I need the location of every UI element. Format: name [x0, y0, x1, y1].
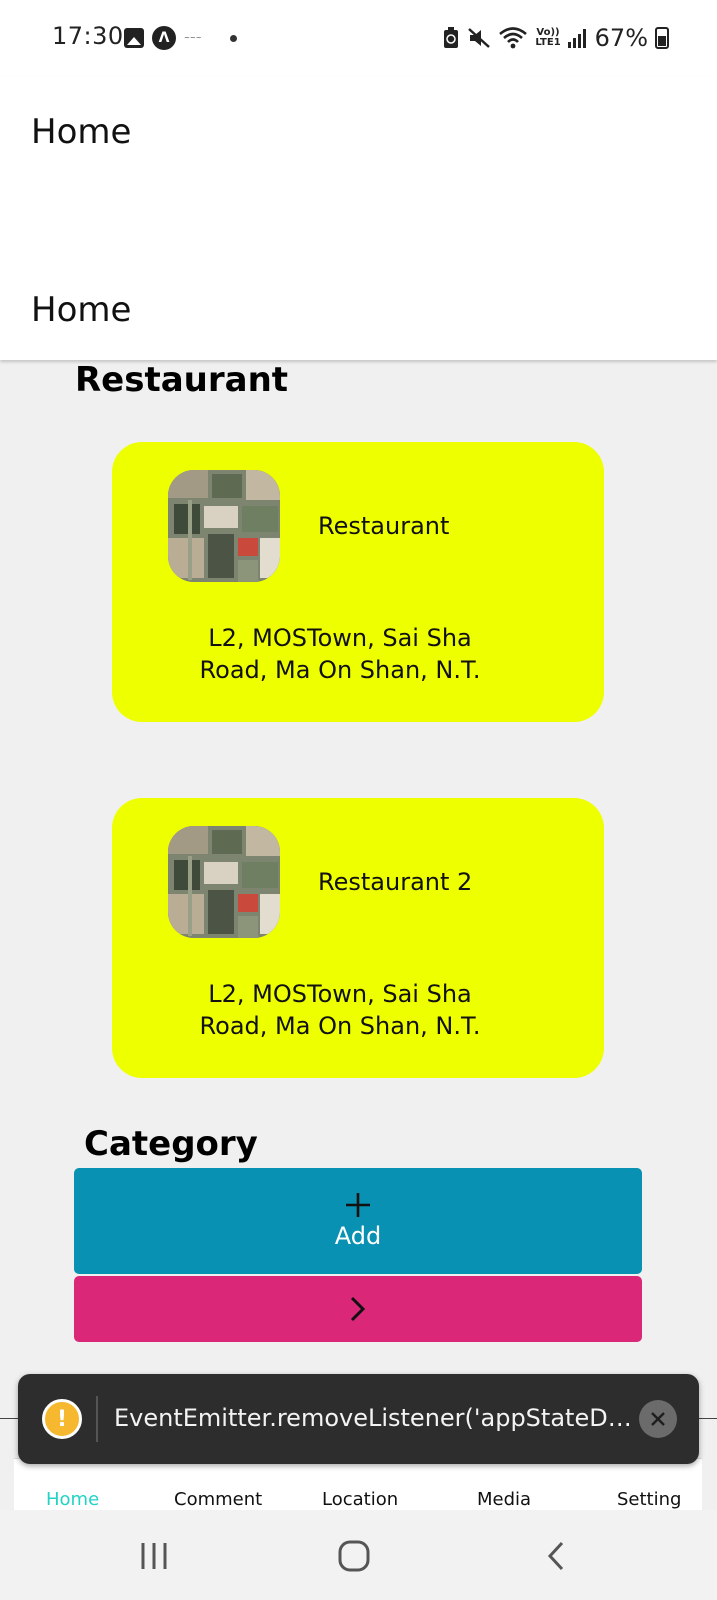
dot-icon: [230, 34, 237, 42]
restaurant-card[interactable]: Restaurant 2 L2, MOSTown, Sai Sha Road, …: [112, 798, 604, 1078]
toast-separator: [96, 1396, 98, 1442]
home-icon[interactable]: [332, 1534, 376, 1578]
address-line-1: L2, MOSTown, Sai Sha: [208, 980, 472, 1008]
tab-home[interactable]: Home: [46, 1489, 99, 1510]
add-category-button[interactable]: Add: [74, 1168, 642, 1274]
restaurant-thumbnail: [168, 470, 280, 582]
toast-message: EventEmitter.removeListener('appStateDid…: [114, 1404, 634, 1432]
status-bar: 17:30 Λ ~~~ Vo)) LTE1 67%: [0, 0, 717, 76]
category-section-title: Category: [84, 1124, 258, 1164]
warning-toast[interactable]: ! EventEmitter.removeListener('appStateD…: [18, 1374, 699, 1464]
back-icon[interactable]: [534, 1534, 578, 1578]
restaurant-thumbnail: [168, 826, 280, 938]
image-icon: [124, 28, 144, 48]
add-button-label: Add: [334, 1222, 382, 1250]
restaurant-address: L2, MOSTown, Sai Sha Road, Ma On Shan, N…: [182, 622, 498, 686]
address-line-2: Road, Ma On Shan, N.T.: [199, 656, 481, 684]
next-category-button[interactable]: [74, 1276, 642, 1342]
chevron-right-icon: [350, 1296, 366, 1322]
restaurant-section-title: Restaurant: [75, 360, 289, 400]
app-icon: Λ: [152, 26, 176, 50]
lte-label-bottom: LTE1: [535, 37, 561, 48]
close-icon[interactable]: [639, 1400, 677, 1438]
system-navigation-bar: [0, 1510, 717, 1600]
tab-location[interactable]: Location: [322, 1489, 398, 1510]
page-title: Home: [31, 290, 132, 330]
restaurant-card[interactable]: Restaurant L2, MOSTown, Sai Sha Road, Ma…: [112, 442, 604, 722]
tiny-app-icon: ~~~: [184, 34, 202, 42]
wifi-icon: [499, 27, 528, 49]
warning-icon: !: [42, 1399, 82, 1439]
app-header: Home Home: [0, 76, 717, 360]
address-line-2: Road, Ma On Shan, N.T.: [199, 1012, 481, 1040]
status-time: 17:30: [52, 22, 124, 50]
header-title: Home: [31, 112, 132, 152]
tab-setting[interactable]: Setting: [617, 1489, 681, 1510]
address-line-1: L2, MOSTown, Sai Sha: [208, 624, 472, 652]
recents-icon[interactable]: [132, 1534, 176, 1578]
restaurant-address: L2, MOSTown, Sai Sha Road, Ma On Shan, N…: [182, 978, 498, 1042]
plus-icon: [346, 1193, 370, 1217]
bottom-tab-bar: Home Comment Location Media Setting: [14, 1458, 702, 1510]
restaurant-name: Restaurant: [318, 512, 450, 540]
battery-icon: [655, 27, 669, 49]
tab-comment[interactable]: Comment: [174, 1489, 262, 1510]
signal-icon: [567, 29, 586, 48]
battery-percent: 67%: [594, 24, 648, 52]
notification-icons: Λ ~~~: [124, 26, 237, 50]
mute-icon: [468, 28, 491, 48]
system-status-icons: Vo)) LTE1 67%: [442, 24, 669, 52]
lte-indicator: Vo)) LTE1: [535, 28, 560, 48]
restaurant-name: Restaurant 2: [318, 868, 473, 896]
tab-media[interactable]: Media: [477, 1489, 531, 1510]
battery-saver-icon: [444, 27, 459, 48]
